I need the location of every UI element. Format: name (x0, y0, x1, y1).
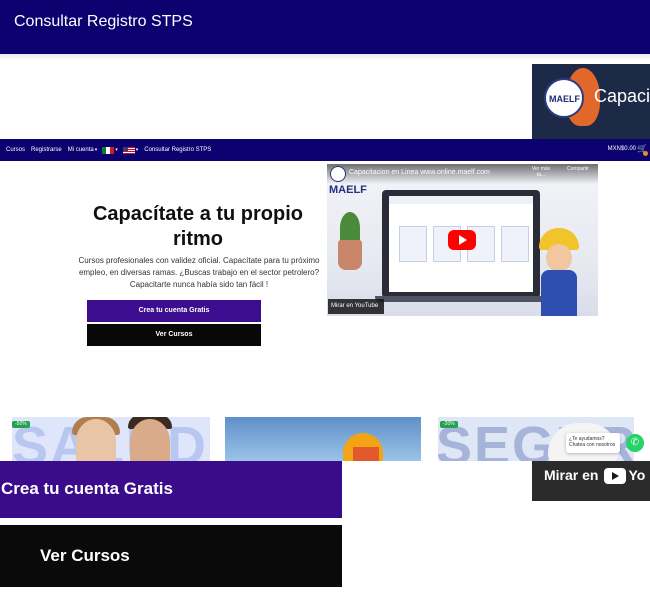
view-courses-button[interactable]: Ver Cursos (87, 324, 261, 346)
watch-on-youtube-button[interactable]: Mirar en YouTube (328, 299, 384, 314)
chevron-down-icon: ▾ (115, 147, 118, 153)
us-flag-icon[interactable] (122, 146, 135, 154)
worker-head (546, 244, 572, 272)
watch-later-button[interactable]: Ver más ta... (527, 166, 555, 178)
person-face (76, 419, 116, 461)
watch-on-youtube-button-large[interactable]: Mirar en Yo (532, 461, 650, 501)
consultar-registro-link[interactable]: Consultar Registro STPS (14, 13, 193, 31)
cart-total[interactable]: MXN$0.00 (608, 146, 636, 152)
maelf-logo: MAELF (329, 184, 367, 196)
whatsapp-icon[interactable]: ✆ (626, 434, 644, 452)
cart-badge (643, 151, 648, 156)
channel-logo-text: MAELF (549, 94, 580, 104)
embedded-youtube-video[interactable]: Capacitacion en Linea www.online.maelf.c… (327, 164, 598, 316)
course-card-salud[interactable]: SALUD -50% (12, 417, 210, 461)
watch-on-label: Mirar en (544, 467, 599, 483)
channel-logo: MAELF (544, 78, 584, 118)
background-video-thumbnail[interactable]: MAELF Capaci (532, 64, 650, 140)
top-header-bar: Consultar Registro STPS (0, 0, 650, 54)
create-account-button-large[interactable]: Crea tu cuenta Gratis (0, 461, 342, 518)
laptop-base (375, 296, 547, 302)
youtube-logo-text: YouTube (354, 303, 379, 309)
create-account-button[interactable]: Crea tu cuenta Gratis (87, 300, 261, 322)
youtube-logo-text: Yo (628, 467, 646, 483)
channel-avatar[interactable] (330, 166, 346, 182)
discount-badge: -20% (440, 421, 458, 428)
video-title: Capaci (594, 86, 650, 106)
header-shadow (0, 54, 650, 60)
nav-mi-cuenta[interactable]: Mi cuenta (68, 147, 94, 153)
mexico-flag-icon[interactable] (102, 146, 115, 154)
course-card-altura[interactable] (225, 417, 421, 461)
screen-browser-bar (389, 196, 533, 204)
nav-registrarse[interactable]: Registrarse (31, 147, 62, 153)
site-navbar: Cursos Registrarse Mi cuenta ▾ ▾ ▾ Consu… (0, 139, 650, 161)
chat-prompt[interactable]: ¿Te ayudamos? Chatea con nosotros (566, 433, 620, 453)
plant-pot (338, 240, 362, 270)
share-button[interactable]: Compartir (563, 166, 593, 172)
screen-card (399, 226, 427, 262)
nav-cursos[interactable]: Cursos (6, 147, 25, 153)
discount-badge: -50% (12, 421, 30, 428)
hero-description: Cursos profesionales con validez oficial… (78, 256, 320, 289)
hero-title: Capacítate a tu propio ritmo (92, 203, 304, 250)
view-courses-button-large[interactable]: Ver Cursos (0, 525, 342, 587)
page: Consultar Registro STPS MAELF Capaci Cur… (0, 0, 650, 600)
play-button-icon[interactable] (448, 230, 476, 250)
mask-icon (353, 447, 379, 461)
watch-on-label: Mirar en (331, 303, 354, 309)
video-title[interactable]: Capacitacion en Linea www.online.maelf.c… (349, 169, 490, 176)
youtube-logo-icon (604, 468, 627, 485)
person-face (130, 419, 170, 461)
nav-consultar-registro[interactable]: Consultar Registro STPS (144, 147, 211, 153)
screen-card (501, 226, 529, 262)
chevron-down-icon: ▾ (94, 147, 98, 153)
chevron-down-icon: ▾ (135, 147, 139, 153)
worker-body (541, 270, 577, 316)
